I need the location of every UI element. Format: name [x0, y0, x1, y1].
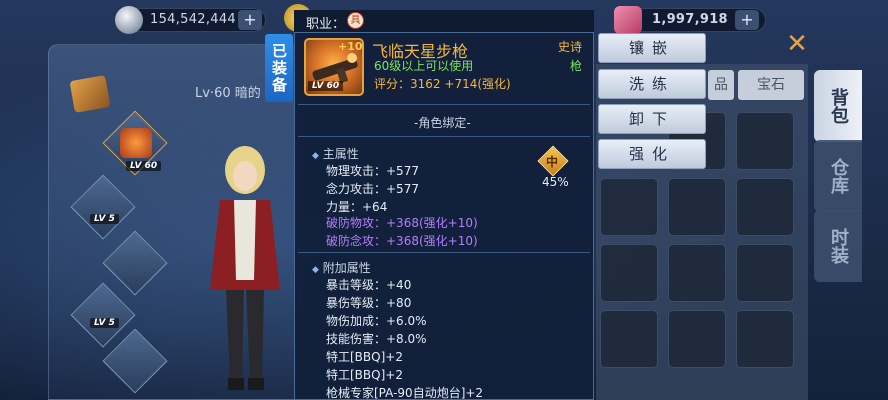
equipped-weapon-icon	[120, 128, 152, 158]
weapon-slot-level: LV 60	[126, 161, 162, 171]
score-base: 3162	[410, 77, 441, 91]
tier-percent: 45%	[542, 175, 569, 189]
main-attr-item: 念力攻击：+577	[326, 182, 419, 196]
unequip-button[interactable]: 卸下	[598, 104, 706, 134]
character-portrait	[210, 146, 280, 390]
inventory-slot[interactable]	[668, 310, 726, 368]
tier-glyph: 中	[546, 155, 559, 169]
extra-attr-item: 枪械专家[PA-90自动炮台]+2	[326, 386, 484, 400]
gem-amount: 1,997,918	[652, 12, 728, 27]
job-label: 职业：	[306, 17, 346, 32]
main-attr-title: 主属性	[322, 147, 359, 161]
inventory-slot[interactable]	[736, 178, 794, 236]
extra-attr-item: 物伤加成：+6.0%	[326, 314, 427, 328]
main-attr-item: 力量：+64	[326, 200, 388, 214]
weapon-type: 枪	[570, 59, 583, 73]
extra-attr-item: 特工[BBQ]+2	[326, 350, 403, 364]
diamond-bullet-icon: ◆	[312, 151, 319, 161]
divider	[298, 252, 590, 253]
enhanced-attr-item: 破防念攻：+368(强化+10)	[326, 234, 478, 248]
silver-amount: 154,542,444	[150, 12, 237, 27]
extra-attr-item: 特工[BBQ]+2	[326, 368, 403, 382]
inventory-slot[interactable]	[600, 178, 658, 236]
job-icon: 具	[347, 12, 364, 29]
filter-tab-gem[interactable]: 宝石	[738, 70, 804, 100]
diamond-bullet-icon: ◆	[312, 265, 319, 275]
score-bonus: +714(强化)	[444, 77, 511, 91]
extra-attr-item: 暴伤等级：+80	[326, 296, 412, 310]
inlay-button[interactable]: 镶嵌	[598, 33, 706, 63]
extra-attr-title: 附加属性	[322, 261, 371, 275]
divider	[298, 104, 590, 105]
inventory-slot[interactable]	[600, 310, 658, 368]
extra-attr-item: 技能伤害：+8.0%	[326, 332, 427, 346]
score-label: 评分：	[374, 77, 411, 91]
gem-icon	[614, 6, 642, 34]
extra-attr-section: ◆ 附加属性	[312, 259, 371, 276]
extra-attr-item: 暴击等级：+40	[326, 278, 412, 292]
main-attr-section: ◆ 主属性	[312, 145, 359, 162]
level-requirement: 60级以上可以使用	[374, 59, 474, 73]
inventory-slot[interactable]	[736, 310, 794, 368]
reforge-button[interactable]: 洗练	[598, 69, 706, 99]
filter-tab-quality[interactable]: 品	[708, 70, 734, 100]
tab-backpack[interactable]: 背包	[814, 70, 862, 142]
tab-fashion[interactable]: 时装	[814, 210, 862, 282]
bind-status: -角色绑定-	[414, 116, 471, 130]
close-icon[interactable]: ✕	[784, 31, 810, 58]
inventory-slot[interactable]	[600, 244, 658, 302]
enhanced-attr-item: 破防物攻：+368(强化+10)	[326, 216, 478, 230]
inventory-slot[interactable]	[736, 112, 794, 170]
silver-coin-icon	[115, 6, 143, 34]
add-silver-button[interactable]: +	[238, 10, 262, 30]
add-gem-button[interactable]: +	[735, 10, 759, 30]
divider	[298, 136, 590, 137]
main-attr-item: 物理攻击：+577	[326, 164, 419, 178]
inventory-slot[interactable]	[668, 244, 726, 302]
pants-slot-level: LV 5	[90, 318, 119, 328]
enhance-button[interactable]: 强化	[598, 139, 706, 169]
item-plus-level: +10	[338, 40, 363, 53]
item-level-badge: LV 60	[308, 81, 344, 91]
book-icon[interactable]	[69, 75, 111, 113]
character-level: Lv·60 暗的	[195, 86, 261, 101]
score-row: 评分：3162 +714(强化)	[374, 75, 511, 92]
inventory-slot[interactable]	[736, 244, 794, 302]
equipped-badge: 已装备	[265, 34, 293, 102]
item-rarity: 史诗	[558, 40, 583, 54]
inventory-slot[interactable]	[668, 178, 726, 236]
armor-slot-level: LV 5	[90, 214, 119, 224]
tab-warehouse[interactable]: 仓库	[814, 140, 862, 212]
